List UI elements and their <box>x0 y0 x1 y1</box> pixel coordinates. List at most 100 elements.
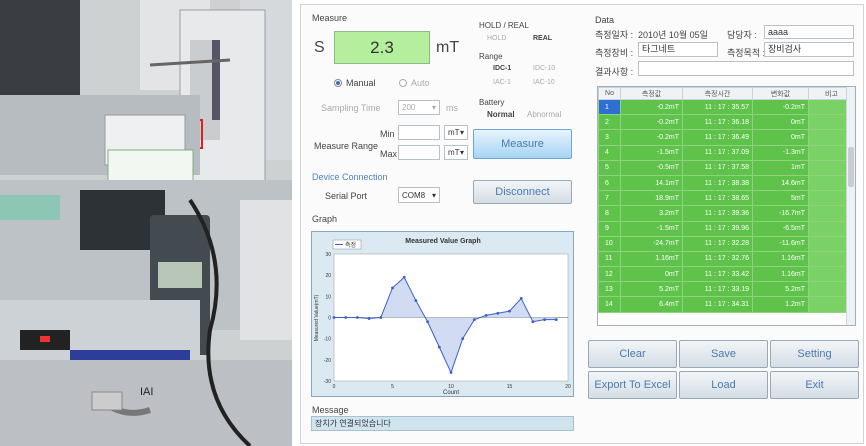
load-button[interactable]: Load <box>679 371 768 399</box>
table-row[interactable]: 4 -1.5mT 11 : 17 : 37.09 -1.3mT <box>598 144 855 161</box>
person-label: 담당자 : <box>727 30 757 40</box>
x-tick-label: 15 <box>507 384 513 390</box>
table-cell: 10 <box>598 235 621 252</box>
table-cell: 11 : 17 : 35.57 <box>682 98 753 116</box>
min-input[interactable] <box>398 125 440 140</box>
export-excel-button[interactable]: Export To Excel <box>588 371 677 399</box>
table-row[interactable]: 6 14.1mT 11 : 17 : 38.38 14.6mT <box>598 174 855 192</box>
grid-header-cell[interactable]: 측정시간 <box>682 87 753 100</box>
x-axis-label: Count <box>443 390 459 396</box>
table-cell: 3.2mT <box>620 205 683 222</box>
graph-section-label: Graph <box>312 214 338 224</box>
table-row[interactable]: 13 5.2mT 11 : 17 : 33.19 5.2mT <box>598 281 855 298</box>
table-row[interactable]: 14 6.4mT 11 : 17 : 34.31 1.2mT <box>598 296 855 313</box>
serial-port-select[interactable]: COM8 ▾ <box>398 187 440 203</box>
data-point <box>437 345 441 349</box>
table-cell: -24.7mT <box>620 235 683 252</box>
hold-real-title: HOLD / REAL <box>479 21 529 30</box>
data-point <box>391 286 394 290</box>
data-point <box>414 299 418 302</box>
sampling-time-value: 200 <box>402 103 416 112</box>
table-row[interactable]: 5 -0.5mT 11 : 17 : 37.58 1mT <box>598 159 855 176</box>
person-input[interactable]: aaaa <box>764 25 854 39</box>
chevron-down-icon: ▾ <box>459 128 464 137</box>
max-unit-select[interactable]: mT ▾ <box>444 145 468 160</box>
table-cell: -6.5mT <box>752 220 809 237</box>
y-tick-label: -30 <box>324 379 331 385</box>
table-cell: -1.5mT <box>620 220 683 237</box>
table-cell: -0.2mT <box>620 98 683 116</box>
data-point <box>519 297 523 300</box>
table-cell: 11 : 17 : 34.31 <box>682 296 753 313</box>
measured-value-chart: Measured Value Graph 측정 30 20 10 0 -10 -20 -30… <box>314 238 571 396</box>
table-cell: 8 <box>598 205 621 222</box>
table-cell: 11 : 17 : 33.42 <box>682 266 753 283</box>
table-row[interactable]: 9 -1.5mT 11 : 17 : 39.96 -6.5mT <box>598 220 855 237</box>
table-cell: 5mT <box>752 190 809 207</box>
equipment-photo: IAI dg <box>0 0 292 446</box>
table-row[interactable]: 2 -0.2mT 11 : 17 : 36.18 0mT <box>598 114 855 131</box>
range-iac10[interactable]: IAC-10 <box>533 79 555 86</box>
table-cell: 4 <box>598 144 621 161</box>
max-input[interactable] <box>398 145 440 160</box>
y-tick-label: 10 <box>325 294 331 300</box>
sampling-time-select[interactable]: 200 ▾ <box>398 100 440 115</box>
real-option[interactable]: REAL <box>533 35 552 42</box>
grid-scrollbar[interactable] <box>846 87 855 325</box>
table-cell: -1.3mT <box>752 144 809 161</box>
equipment-input[interactable]: 타그네트 <box>638 42 718 57</box>
exit-button[interactable]: Exit <box>770 371 859 399</box>
measure-button[interactable]: Measure <box>473 129 572 159</box>
serial-port-label: Serial Port <box>325 191 368 201</box>
grid-scroll-thumb[interactable] <box>848 147 854 187</box>
x-tick-label: 0 <box>333 384 336 390</box>
date-value[interactable]: 2010년 10월 05일 <box>638 28 708 41</box>
table-cell: 11 : 17 : 32.76 <box>682 250 753 268</box>
table-row[interactable]: 7 18.9mT 11 : 17 : 38.65 5mT <box>598 190 855 207</box>
grid-header-cell[interactable]: 측정값 <box>620 87 683 100</box>
measurement-app-window: Measure S 2.3 mT Manual Auto Sampling Ti… <box>300 4 864 444</box>
table-cell: 11 : 17 : 36.18 <box>682 114 753 131</box>
purpose-input[interactable]: 장비검사 <box>764 42 854 57</box>
grid-header-cell[interactable]: No <box>598 87 621 100</box>
table-cell: 1mT <box>752 159 809 176</box>
table-cell: 1.2mT <box>752 296 809 313</box>
auto-radio[interactable] <box>399 79 407 87</box>
save-button[interactable]: Save <box>679 340 768 368</box>
clear-button[interactable]: Clear <box>588 340 677 368</box>
axis-s-label: S <box>314 39 325 56</box>
min-unit-select[interactable]: mT ▾ <box>444 125 468 140</box>
table-cell: 18.9mT <box>620 190 683 207</box>
data-point <box>473 318 476 322</box>
data-point <box>344 316 348 319</box>
data-point <box>367 317 371 320</box>
table-row[interactable]: 3 -0.2mT 11 : 17 : 36.49 0mT <box>598 129 855 146</box>
setting-button[interactable]: Setting <box>770 340 859 368</box>
table-row[interactable]: 11 1.16mT 11 : 17 : 32.76 1.16mT <box>598 250 855 268</box>
x-tick-label: 5 <box>391 384 394 390</box>
min-unit-value: mT <box>448 128 460 137</box>
equipment-label: 측정장비 : <box>595 48 634 58</box>
table-cell: 7 <box>598 190 621 207</box>
table-cell: 2 <box>598 114 621 131</box>
data-grid[interactable]: No 측정값 측정시간 변화값 비고 1 -0.2mT 11 : 17 : 35.57 -0.… <box>597 86 856 326</box>
table-row[interactable]: 1 -0.2mT 11 : 17 : 35.57 -0.2mT <box>598 98 855 116</box>
range-idc10[interactable]: IDC-10 <box>533 65 555 72</box>
table-row[interactable]: 8 3.2mT 11 : 17 : 39.36 -16.7mT <box>598 205 855 222</box>
data-point <box>356 316 359 319</box>
disconnect-button[interactable]: Disconnect <box>473 180 572 204</box>
manual-radio[interactable] <box>334 79 342 87</box>
hold-option[interactable]: HOLD <box>487 35 506 42</box>
result-input[interactable] <box>638 61 854 76</box>
table-row[interactable]: 10 -24.7mT 11 : 17 : 32.28 -11.6mT <box>598 235 855 252</box>
table-row[interactable]: 12 0mT 11 : 17 : 33.42 1.16mT <box>598 266 855 283</box>
grid-header-cell[interactable]: 변화값 <box>752 87 809 100</box>
measure-unit-label: mT <box>436 39 460 56</box>
table-cell: 11 : 17 : 39.36 <box>682 205 753 222</box>
range-iac1[interactable]: IAC-1 <box>493 79 511 86</box>
chart-legend-label: 측정 <box>345 241 356 249</box>
data-point <box>496 311 500 315</box>
table-cell: 0mT <box>620 266 683 283</box>
table-cell: 11 : 17 : 39.96 <box>682 220 753 237</box>
range-idc1[interactable]: IDC-1 <box>493 65 511 72</box>
